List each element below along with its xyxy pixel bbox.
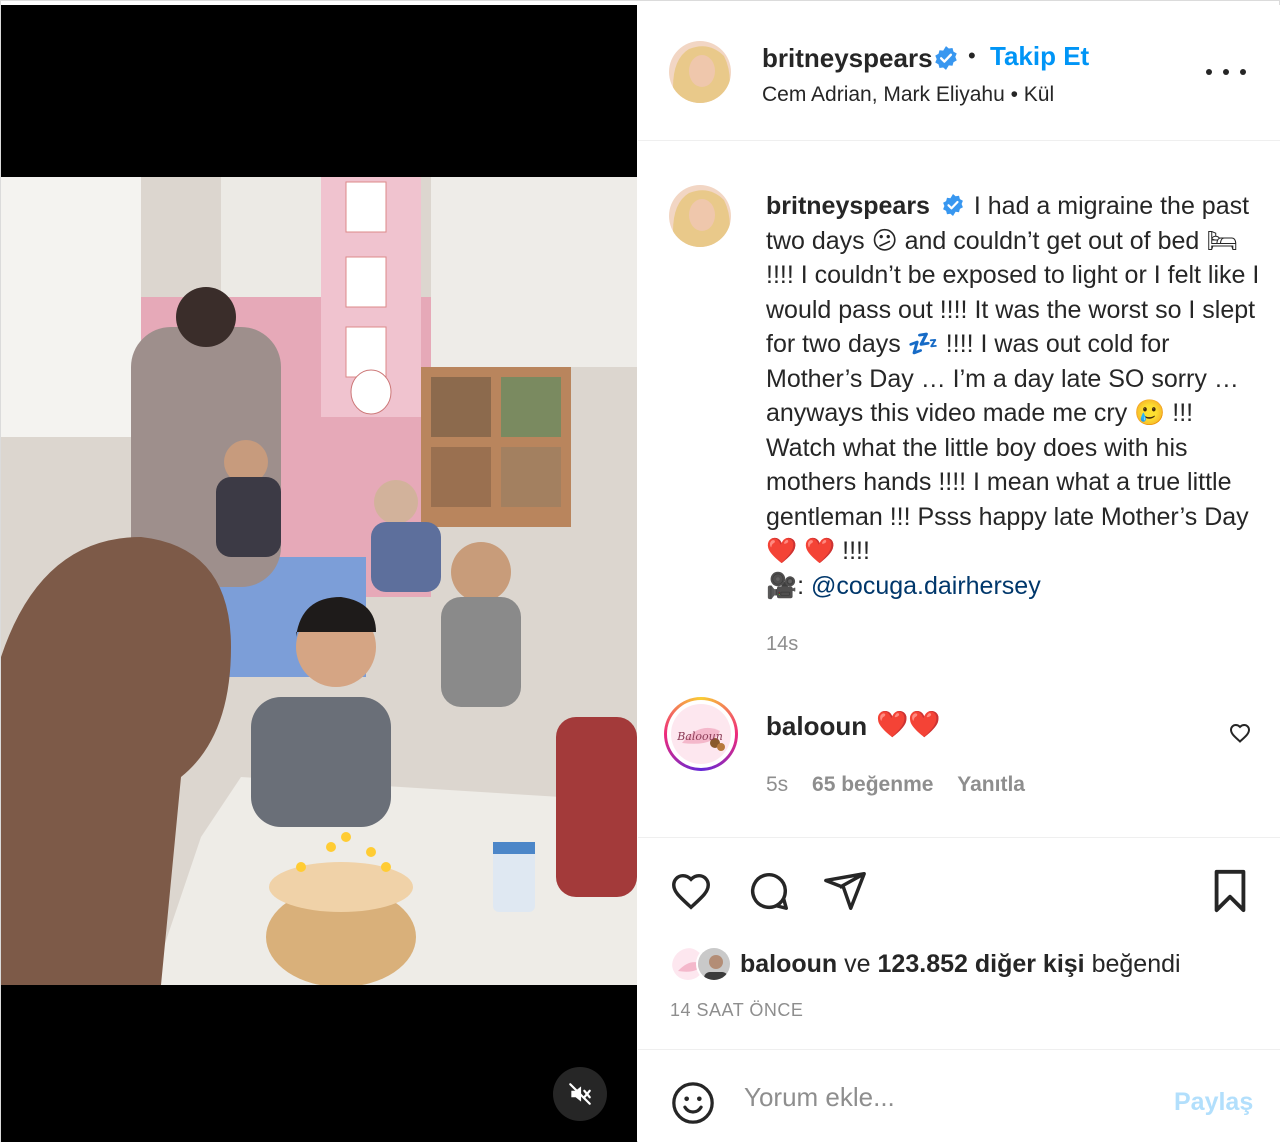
post-comment-button[interactable]: Paylaş [1174, 1088, 1253, 1117]
heart-icon[interactable] [668, 868, 714, 919]
likes-summary: balooun ve 123.852 diğer kişi beğendi [670, 944, 1181, 984]
balooun-logo: Balooun [671, 704, 731, 764]
liker-username[interactable]: balooun [740, 950, 837, 978]
author-username[interactable]: britneyspears [762, 43, 933, 74]
caption-author-avatar[interactable] [669, 185, 731, 247]
post-details-panel: britneyspears • Takip Et Cem Adrian, Mar… [638, 5, 1280, 1142]
post-caption: britneyspears I had a migraine the past … [766, 189, 1266, 603]
comment-text: ❤️❤️ [876, 709, 941, 739]
likes-count[interactable]: 123.852 diğer kişi [878, 950, 1085, 978]
caption-author-photo [669, 185, 731, 247]
post-timestamp: 14 SAAT ÖNCE [670, 1000, 804, 1020]
comment-likes-count[interactable]: 65 beğenme [812, 773, 933, 796]
comment-meta: 5s 65 beğenme Yanıtla [766, 773, 1043, 797]
likes-connector: ve [844, 949, 871, 978]
comment-bubble-icon[interactable] [746, 868, 792, 919]
comment-heart-icon[interactable] [1228, 721, 1252, 750]
video-credit-prefix: 🎥: [766, 571, 805, 600]
caption-text: I had a migraine the past two days 😕 and… [766, 192, 1260, 565]
commenter-username[interactable]: balooun [766, 711, 867, 742]
caption-timestamp: 14s [766, 633, 799, 655]
credit-mention-link[interactable]: @cocuga.dairhersey [811, 572, 1041, 600]
muted-speaker-icon [569, 1083, 591, 1105]
post-header: britneyspears • Takip Et Cem Adrian, Mar… [638, 5, 1280, 141]
commenter-avatar[interactable]: Balooun [664, 697, 738, 771]
author-avatar[interactable] [669, 41, 731, 103]
svg-text:Balooun: Balooun [676, 730, 723, 743]
video-frame[interactable] [1, 177, 637, 985]
reply-button[interactable]: Yanıtla [957, 773, 1025, 796]
verified-badge-icon [933, 45, 959, 76]
bookmark-icon[interactable] [1210, 868, 1250, 919]
follow-button[interactable]: Takip Et [990, 41, 1089, 72]
classroom-video-still [1, 177, 637, 985]
comment-timestamp: 5s [766, 773, 789, 796]
post-actions: balooun ve 123.852 diğer kişi beğendi 14… [638, 837, 1280, 1049]
add-comment-bar: Paylaş [638, 1049, 1280, 1142]
verified-badge-icon [943, 194, 963, 216]
caption-username[interactable]: britneyspears [766, 192, 930, 220]
post-dialog: britneyspears • Takip Et Cem Adrian, Mar… [0, 0, 1280, 1142]
likes-suffix: beğendi [1091, 949, 1181, 978]
post-media[interactable] [1, 5, 637, 1142]
liker-avatar-second[interactable] [696, 946, 732, 982]
emoji-icon[interactable] [670, 1080, 716, 1131]
likes-text: balooun ve 123.852 diğer kişi beğendi [740, 950, 1181, 979]
author-photo [669, 41, 731, 103]
header-separator: • [968, 43, 976, 68]
comment-input[interactable] [744, 1076, 1144, 1118]
mute-toggle-button[interactable] [553, 1067, 607, 1121]
audio-attribution[interactable]: Cem Adrian, Mark Eliyahu • Kül [762, 83, 1054, 107]
more-options-icon[interactable] [1206, 60, 1246, 84]
share-icon[interactable] [822, 868, 868, 919]
